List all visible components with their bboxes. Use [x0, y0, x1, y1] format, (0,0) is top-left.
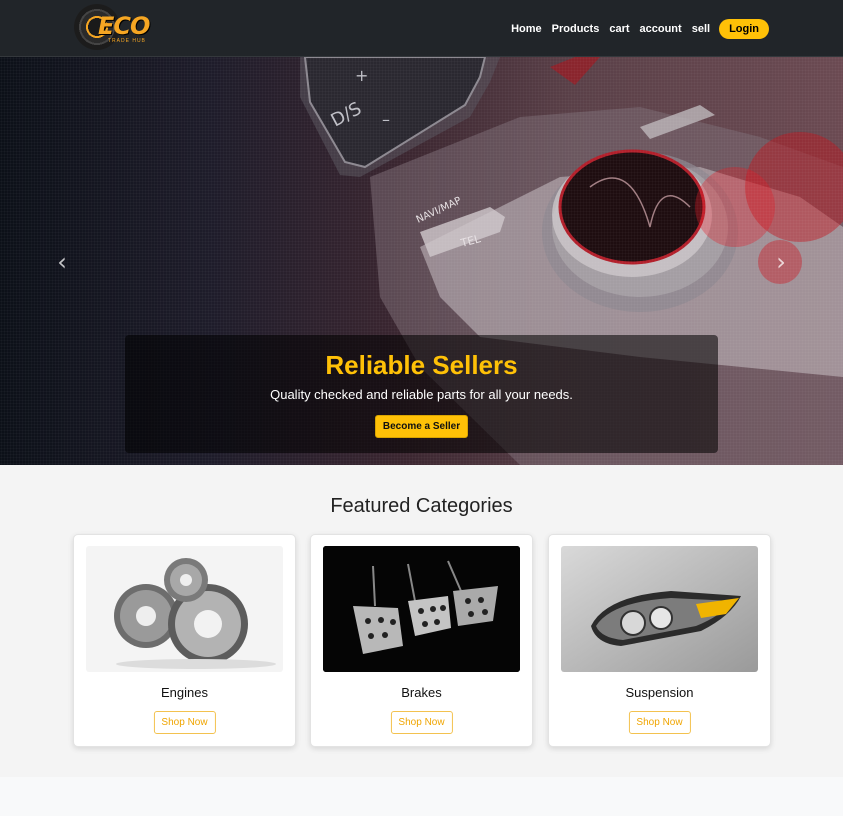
hero-text: Quality checked and reliable parts for a… — [270, 387, 573, 402]
nav-account[interactable]: account — [640, 22, 682, 36]
category-name: Engines — [161, 685, 208, 700]
nav-cart[interactable]: cart — [609, 22, 629, 36]
brakes-image — [323, 546, 520, 672]
hero-title: Reliable Sellers — [325, 350, 518, 380]
carousel-prev-button[interactable]: ‹ — [50, 250, 74, 274]
category-name: Suspension — [625, 685, 694, 700]
nav-products[interactable]: Products — [552, 22, 600, 36]
featured-categories: Featured Categories Engines Shop Now Bra… — [0, 465, 843, 777]
shop-now-button[interactable]: Shop Now — [628, 711, 691, 734]
category-card-suspension[interactable]: Suspension Shop Now — [548, 534, 771, 747]
brand-tagline: TRADE HUB — [108, 38, 146, 44]
chevron-left-icon: ‹ — [57, 248, 67, 276]
category-card-engines[interactable]: Engines Shop Now — [73, 534, 296, 747]
shop-now-button[interactable]: Shop Now — [153, 711, 216, 734]
hero-caption: Reliable Sellers Quality checked and rel… — [125, 335, 718, 453]
hero-carousel: D/S + – NAVI/MAP TEL ‹ › Reliable Seller… — [0, 57, 843, 465]
chevron-right-icon: › — [776, 248, 786, 276]
section-title: Featured Categories — [330, 495, 513, 517]
nav-links: Home Products cart account sell Login — [511, 19, 769, 39]
nav-home[interactable]: Home — [511, 22, 542, 36]
shop-now-button[interactable]: Shop Now — [390, 711, 453, 734]
category-card-brakes[interactable]: Brakes Shop Now — [310, 534, 533, 747]
nav-sell[interactable]: sell — [692, 22, 710, 36]
engines-image — [86, 546, 283, 672]
brand-logo[interactable]: ECO TRADE HUB — [74, 4, 174, 50]
brand-name: ECO — [98, 12, 150, 40]
become-seller-button[interactable]: Become a Seller — [374, 415, 469, 438]
carousel-next-button[interactable]: › — [769, 250, 793, 274]
category-name: Brakes — [401, 685, 442, 700]
navbar: ECO TRADE HUB Home Products cart account… — [0, 0, 843, 57]
login-button[interactable]: Login — [719, 19, 769, 39]
page-footer-band — [0, 777, 843, 816]
suspension-image — [561, 546, 758, 672]
